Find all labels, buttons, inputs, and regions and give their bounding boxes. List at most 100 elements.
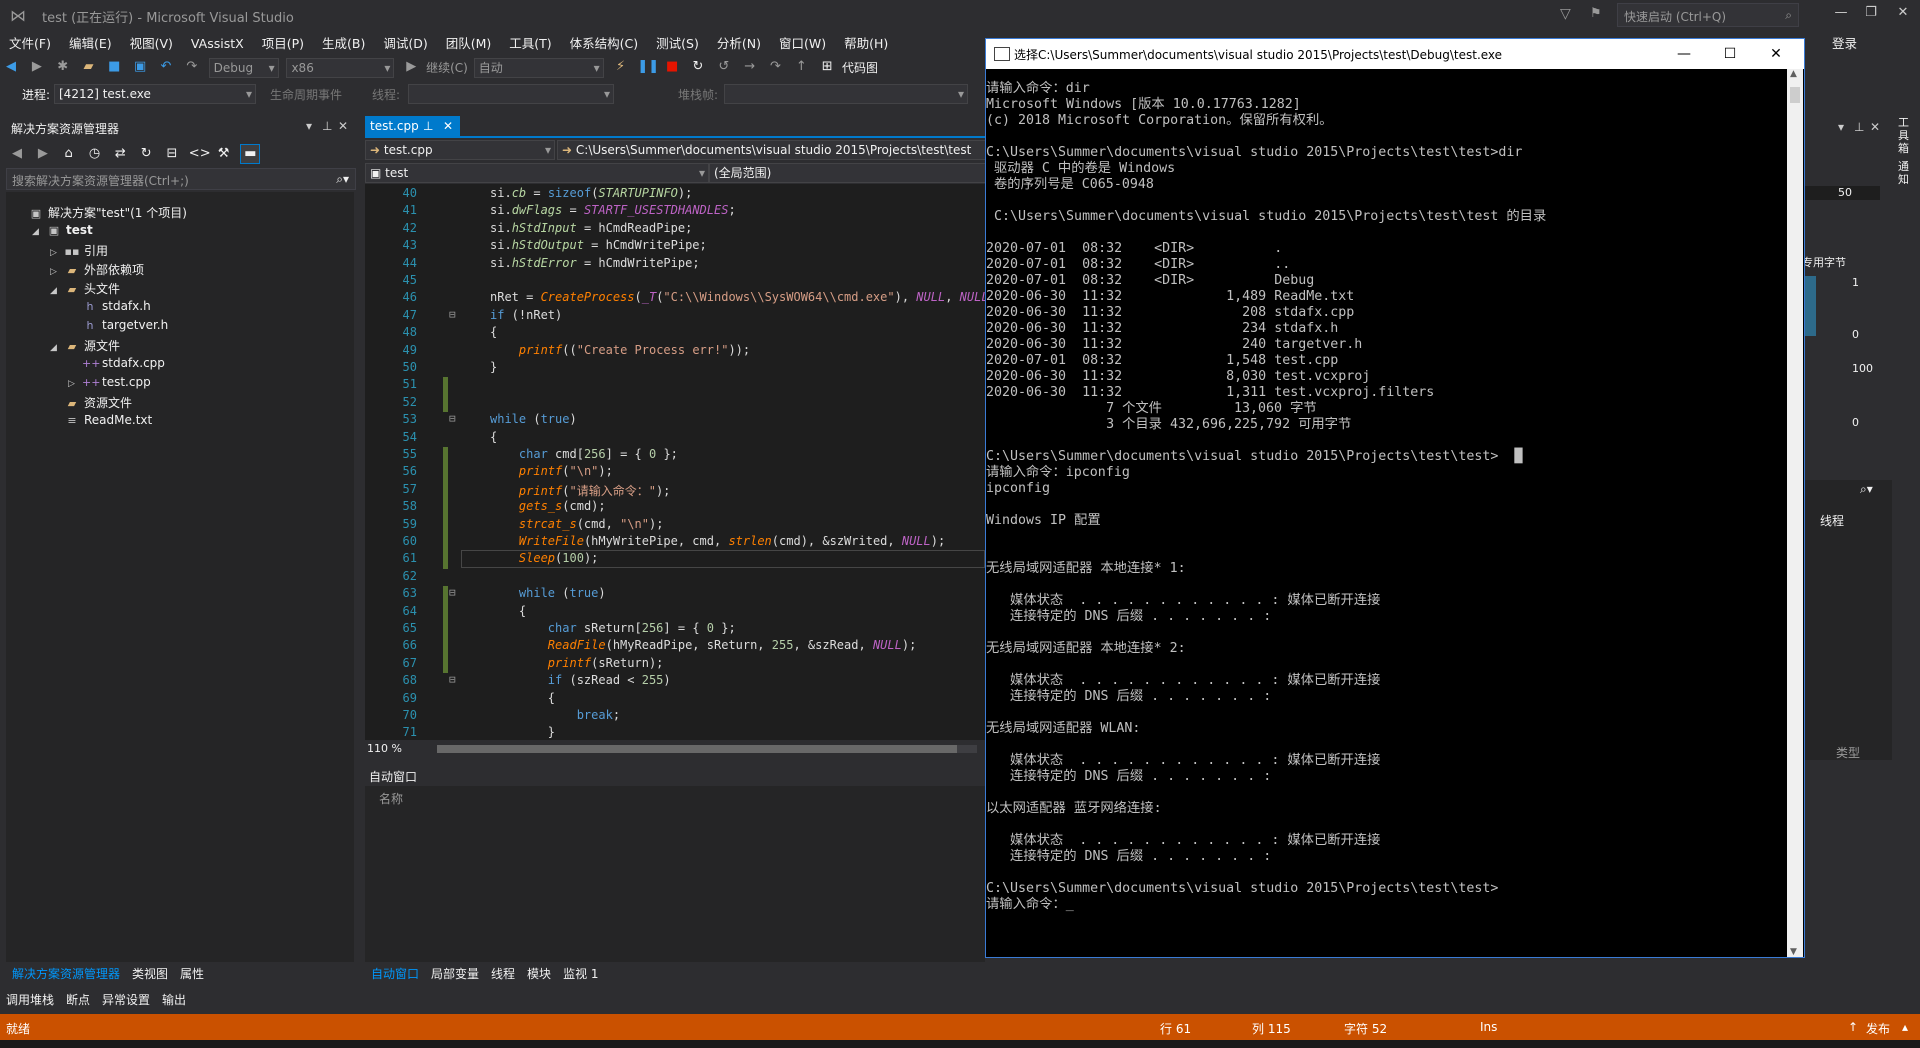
notification-icon[interactable]: ⚑ xyxy=(1590,6,1602,21)
menu-item-9[interactable]: 体系结构(C) xyxy=(561,30,647,55)
toolbox-tab[interactable]: 工具箱 xyxy=(1898,116,1912,155)
scroll-down-icon[interactable]: ▼ xyxy=(1790,947,1797,957)
refresh-icon[interactable]: ↻ xyxy=(137,145,155,163)
fold-toggle-icon[interactable]: ⊟ xyxy=(449,586,456,599)
close-panel-icon[interactable]: ✕ xyxy=(1870,120,1880,134)
undo-icon[interactable]: ↶ xyxy=(157,58,175,76)
menu-item-3[interactable]: VAssistX xyxy=(182,33,253,54)
fold-toggle-icon[interactable]: ⊟ xyxy=(449,412,456,425)
pin-icon[interactable]: ⊥ xyxy=(1854,120,1864,134)
step-into-icon[interactable]: → xyxy=(741,58,759,76)
view-code-icon[interactable]: <> xyxy=(189,145,211,163)
collapsed-arrow-icon[interactable]: ▷ xyxy=(50,267,64,277)
tree-node[interactable]: ▣ 解决方案"test"(1 个项目) xyxy=(14,204,187,222)
publish-icon[interactable]: ↑ xyxy=(1848,1020,1858,1034)
project-scope-select[interactable]: ▣ test ▾ xyxy=(365,163,709,183)
menu-item-6[interactable]: 调试(D) xyxy=(374,30,436,55)
tab-dbg-tabs-2[interactable]: 线程 xyxy=(485,962,521,985)
tree-node[interactable]: ◢ ▣ test xyxy=(32,223,93,241)
pin-icon[interactable]: ⊥ xyxy=(423,119,433,133)
save-icon[interactable]: ■ xyxy=(105,58,123,76)
tree-node[interactable]: ▰ 资源文件 xyxy=(50,394,132,412)
stop-icon[interactable]: ■ xyxy=(663,58,681,76)
continue-icon[interactable]: ▶ xyxy=(402,58,420,76)
publish-button[interactable]: 发布 xyxy=(1866,1020,1890,1037)
menu-item-1[interactable]: 编辑(E) xyxy=(60,30,121,55)
type-column-header[interactable]: 类型 xyxy=(1836,744,1860,761)
scrollbar-thumb[interactable] xyxy=(437,745,957,753)
tree-node[interactable]: ▷ ++ test.cpp xyxy=(68,375,151,393)
lifecycle-events-button[interactable]: 生命周期事件 xyxy=(270,86,342,103)
menu-item-12[interactable]: 窗口(W) xyxy=(770,30,835,55)
console-output[interactable]: 请输入命令：dir Microsoft Windows [版本 10.0.177… xyxy=(986,69,1786,957)
collapse-all-icon[interactable]: ⊟ xyxy=(163,145,181,163)
configuration-select[interactable]: Debug ▾ xyxy=(208,58,279,78)
tree-node[interactable]: ++ stdafx.cpp xyxy=(68,356,165,374)
show-next-statement-icon[interactable]: ↺ xyxy=(715,58,733,76)
console-maximize-button[interactable]: ☐ xyxy=(1710,43,1750,65)
console-close-button[interactable]: ✕ xyxy=(1756,43,1796,65)
code-editor[interactable]: 40 si.cb = sizeof(STARTUPINFO); 41 si.dwFla… xyxy=(365,184,985,740)
home-icon[interactable]: ⌂ xyxy=(60,145,78,163)
auto-select[interactable]: 自动 ▾ xyxy=(473,58,604,78)
forward-icon[interactable]: ▶ xyxy=(28,58,46,76)
menu-item-2[interactable]: 视图(V) xyxy=(121,30,182,55)
menu-item-4[interactable]: 项目(P) xyxy=(253,30,313,55)
zoom-level[interactable]: 110 % xyxy=(367,742,402,755)
open-file-icon[interactable]: ▰ xyxy=(79,58,97,76)
menu-item-13[interactable]: 帮助(H) xyxy=(835,30,897,55)
tab-bottom-tabs-1[interactable]: 断点 xyxy=(60,988,96,1011)
continue-button[interactable]: 继续(C) xyxy=(426,61,468,75)
minimize-button[interactable]: — xyxy=(1826,5,1856,25)
name-column-header[interactable]: 名称 xyxy=(379,790,403,807)
new-project-icon[interactable]: ✱ xyxy=(54,58,72,76)
step-out-icon[interactable]: ↑ xyxy=(792,58,810,76)
menu-item-5[interactable]: 生成(B) xyxy=(313,30,374,55)
tree-node[interactable]: ◢ ▰ 源文件 xyxy=(50,337,120,355)
dropdown-icon[interactable]: ▾ xyxy=(1838,120,1844,134)
expanded-arrow-icon[interactable]: ◢ xyxy=(50,286,64,296)
fold-toggle-icon[interactable]: ⊟ xyxy=(449,673,456,686)
step-over-icon[interactable]: ↷ xyxy=(766,58,784,76)
thread-select[interactable]: ▾ xyxy=(408,84,614,104)
thread-column-header[interactable]: 线程 xyxy=(1820,512,1844,529)
save-all-icon[interactable]: ▣ xyxy=(131,58,149,76)
tree-node[interactable]: ◢ ▰ 头文件 xyxy=(50,280,120,298)
code-map-button[interactable]: 代码图 xyxy=(842,61,878,75)
tab-bottom-tabs-3[interactable]: 输出 xyxy=(156,988,192,1011)
filter-icon[interactable]: ▽ xyxy=(1560,6,1571,22)
login-link[interactable]: 登录 xyxy=(1832,33,1857,52)
restart-icon[interactable]: ↻ xyxy=(689,58,707,76)
tab-se-tabs-0[interactable]: 解决方案资源管理器 xyxy=(6,962,126,985)
back-icon[interactable]: ◀ xyxy=(8,145,26,163)
close-tab-icon[interactable]: ✕ xyxy=(443,119,453,133)
tab-se-tabs-1[interactable]: 类视图 xyxy=(126,962,174,985)
forward-icon[interactable]: ▶ xyxy=(34,145,52,163)
fold-toggle-icon[interactable]: ⊟ xyxy=(449,308,456,321)
console-window[interactable]: 选择C:\Users\Summer\documents\visual studi… xyxy=(985,38,1805,958)
search-icon[interactable]: ⌕▾ xyxy=(1860,482,1873,497)
console-scrollbar-thumb[interactable] xyxy=(1790,87,1800,103)
stack-frame-select[interactable]: ▾ xyxy=(724,84,968,104)
scroll-up-icon[interactable]: ▲ xyxy=(1790,69,1797,79)
tab-bottom-tabs-2[interactable]: 异常设置 xyxy=(96,988,156,1011)
close-button[interactable]: ✕ xyxy=(1888,5,1918,25)
menu-item-0[interactable]: 文件(F) xyxy=(0,30,60,55)
console-minimize-button[interactable]: — xyxy=(1664,43,1704,65)
sync-icon[interactable]: ⇄ xyxy=(111,145,129,163)
tab-test-cpp[interactable]: test.cpp ⊥ ✕ xyxy=(365,116,460,136)
menu-item-7[interactable]: 团队(M) xyxy=(437,30,501,55)
tab-dbg-tabs-1[interactable]: 局部变量 xyxy=(425,962,485,985)
notifications-tab[interactable]: 通知 xyxy=(1898,160,1912,186)
expanded-arrow-icon[interactable]: ◢ xyxy=(50,343,64,353)
platform-select[interactable]: x86 ▾ xyxy=(286,58,395,78)
file-select[interactable]: ➜ test.cpp ▾ xyxy=(365,140,555,160)
dropdown-icon[interactable]: ▾ xyxy=(306,119,312,133)
tree-node[interactable]: h stdafx.h xyxy=(68,299,151,317)
pause-icon[interactable]: ❚❚ xyxy=(637,58,659,76)
pin-icon[interactable]: ⊥ xyxy=(322,119,332,133)
tab-dbg-tabs-4[interactable]: 监视 1 xyxy=(557,962,604,985)
expanded-arrow-icon[interactable]: ◢ xyxy=(32,227,46,237)
tab-bottom-tabs-0[interactable]: 调用堆栈 xyxy=(0,988,60,1011)
preview-icon[interactable]: ▬ xyxy=(240,144,261,164)
